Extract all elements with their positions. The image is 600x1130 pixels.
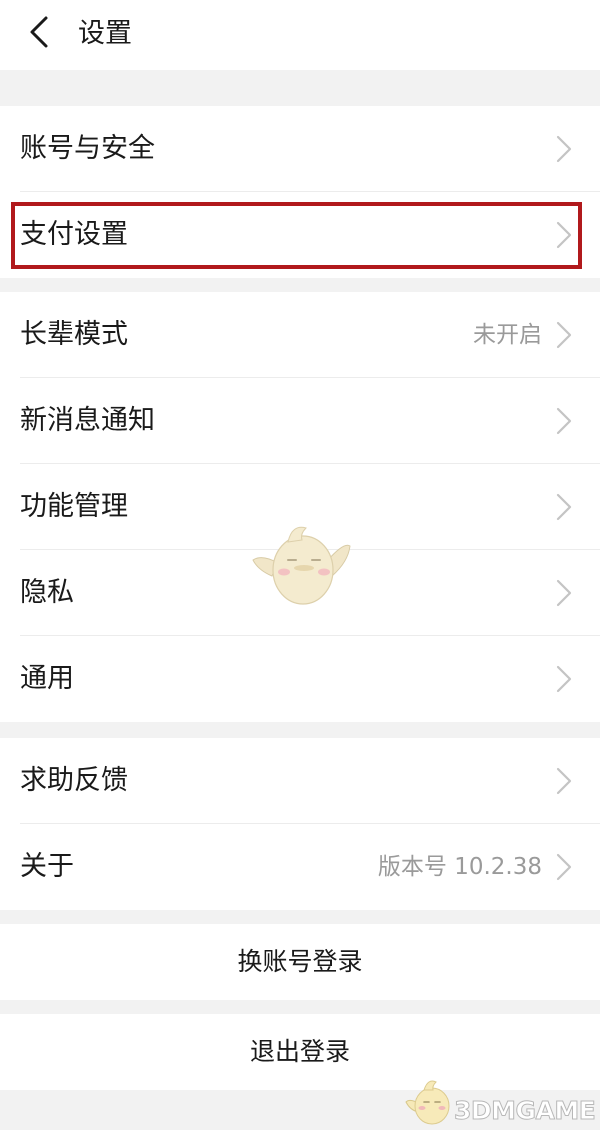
chevron-right-icon: [552, 664, 576, 694]
site-watermark-text: 3DMGAME: [453, 1096, 596, 1126]
chevron-right-icon: [552, 220, 576, 250]
row-label: 新消息通知: [20, 405, 155, 436]
chevron-right-icon: [552, 766, 576, 796]
row-value: 未开启: [473, 322, 542, 348]
version-value: 版本号 10.2.38: [377, 854, 542, 880]
row-label: 通用: [20, 663, 74, 694]
settings-group-help: 求助反馈 关于 版本号 10.2.38: [0, 738, 600, 910]
row-label: 关于: [20, 851, 74, 882]
chevron-left-icon: [30, 16, 48, 48]
row-label: 隐私: [20, 577, 74, 608]
page-title: 设置: [78, 18, 132, 49]
row-account-security[interactable]: 账号与安全: [0, 106, 600, 192]
settings-group-general: 长辈模式 未开启 新消息通知 功能管理 隐私 通用: [0, 292, 600, 722]
row-general[interactable]: 通用: [0, 636, 600, 722]
chevron-right-icon: [552, 134, 576, 164]
row-about[interactable]: 关于 版本号 10.2.38: [0, 824, 600, 910]
chevron-right-icon: [552, 406, 576, 436]
row-payment-settings[interactable]: 支付设置: [0, 192, 600, 278]
settings-group-account: 账号与安全 支付设置: [0, 106, 600, 278]
row-help-feedback[interactable]: 求助反馈: [0, 738, 600, 824]
row-label: 支付设置: [20, 219, 128, 250]
chevron-right-icon: [552, 492, 576, 522]
mascot-watermark-icon: [248, 518, 358, 610]
top-bar: 设置: [0, 0, 600, 70]
row-message-notifications[interactable]: 新消息通知: [0, 378, 600, 464]
switch-account-button[interactable]: 换账号登录: [0, 924, 600, 1000]
row-elder-mode[interactable]: 长辈模式 未开启: [0, 292, 600, 378]
chevron-right-icon: [552, 320, 576, 350]
row-label: 账号与安全: [20, 133, 155, 164]
row-label: 长辈模式: [20, 319, 128, 350]
row-label: 求助反馈: [20, 765, 128, 796]
row-label: 功能管理: [20, 491, 128, 522]
chevron-right-icon: [552, 578, 576, 608]
chevron-right-icon: [552, 852, 576, 882]
back-button[interactable]: [20, 12, 60, 52]
